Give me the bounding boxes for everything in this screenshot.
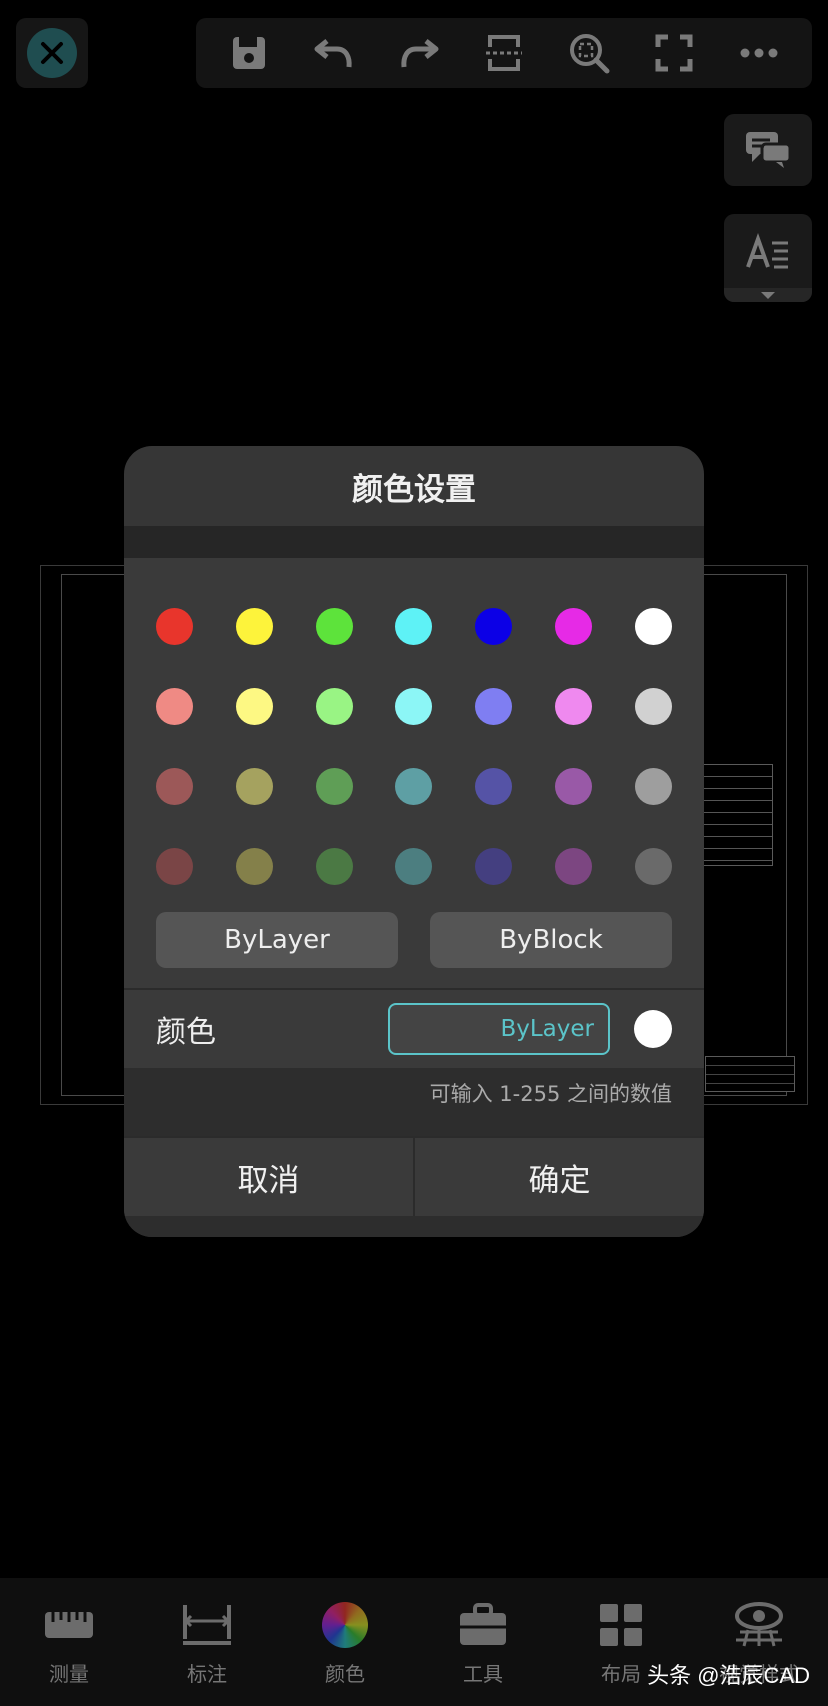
color-label: 颜色 xyxy=(156,1015,216,1050)
color-swatch[interactable] xyxy=(475,687,513,725)
ruler-icon xyxy=(41,1600,97,1650)
nav-item-measure[interactable]: 测量 xyxy=(14,1600,124,1706)
nav-label: 布局 xyxy=(601,1662,641,1686)
color-swatch[interactable] xyxy=(395,607,433,645)
bylayer-button[interactable]: ByLayer xyxy=(156,912,398,968)
color-field-row: 颜色 ByLayer xyxy=(124,988,704,1068)
color-swatch[interactable] xyxy=(235,847,273,885)
color-index-input[interactable]: ByLayer xyxy=(388,1003,610,1055)
current-color-preview xyxy=(634,1010,672,1048)
nav-label: 颜色 xyxy=(325,1662,365,1686)
nav-item-layout[interactable]: 布局 xyxy=(566,1600,676,1706)
split-button[interactable] xyxy=(474,23,534,83)
color-hint: 可输入 1-255 之间的数值 xyxy=(124,1068,704,1136)
color-swatch[interactable] xyxy=(475,607,513,645)
color-swatch[interactable] xyxy=(156,767,193,805)
drawing-table xyxy=(703,764,773,866)
more-icon xyxy=(740,48,778,58)
zoom-fit-icon xyxy=(570,34,610,74)
redo-icon xyxy=(401,39,439,68)
byblock-button[interactable]: ByBlock xyxy=(430,912,672,968)
undo-icon xyxy=(314,39,352,68)
confirm-button[interactable]: 确定 xyxy=(413,1138,704,1216)
dialog-title: 颜色设置 xyxy=(352,471,476,508)
close-icon xyxy=(27,28,77,78)
color-swatch[interactable] xyxy=(235,687,273,725)
nav-label: 测量 xyxy=(49,1662,89,1686)
color-swatch[interactable] xyxy=(395,767,433,805)
eye-icon xyxy=(731,1600,787,1650)
color-swatch[interactable] xyxy=(555,767,593,805)
by-buttons-row: ByLayer ByBlock xyxy=(156,912,672,968)
nav-label: 工具 xyxy=(463,1662,503,1686)
color-swatch[interactable] xyxy=(315,767,353,805)
color-swatch[interactable] xyxy=(395,687,433,725)
color-swatch[interactable] xyxy=(156,847,193,885)
redo-button[interactable] xyxy=(389,23,449,83)
color-swatch[interactable] xyxy=(315,687,353,725)
nav-item-dimension[interactable]: 标注 xyxy=(152,1600,262,1706)
swatch-row xyxy=(156,826,672,906)
color-swatch[interactable] xyxy=(156,607,193,645)
fullscreen-button[interactable] xyxy=(644,23,704,83)
color-swatch[interactable] xyxy=(555,847,593,885)
top-toolbar xyxy=(196,18,812,88)
undo-button[interactable] xyxy=(304,23,364,83)
comment-icon xyxy=(746,132,792,168)
color-swatch[interactable] xyxy=(475,847,513,885)
toolbox-icon xyxy=(455,1600,511,1650)
color-swatch[interactable] xyxy=(395,847,433,885)
nav-item-color[interactable]: 颜色 xyxy=(290,1600,400,1706)
color-wheel-icon xyxy=(317,1600,373,1650)
color-palette: ByLayer ByBlock xyxy=(124,558,704,988)
color-swatch[interactable] xyxy=(634,687,672,725)
text-style-icon xyxy=(746,233,788,269)
comment-button[interactable] xyxy=(724,114,812,186)
color-swatch[interactable] xyxy=(555,687,593,725)
color-swatch[interactable] xyxy=(634,847,672,885)
dimension-icon xyxy=(179,1600,235,1650)
color-swatch[interactable] xyxy=(634,607,672,645)
text-style-button[interactable] xyxy=(724,214,812,302)
dialog-actions: 取消 确定 xyxy=(124,1136,704,1216)
swatch-row xyxy=(156,746,672,826)
swatch-row xyxy=(156,586,672,666)
zoom-fit-button[interactable] xyxy=(559,23,619,83)
color-settings-dialog: 颜色设置 ByLayer ByBlock 颜色 ByLayer 可输入 1-25… xyxy=(124,446,704,1237)
color-swatch[interactable] xyxy=(235,767,273,805)
fullscreen-icon xyxy=(655,34,693,72)
nav-item-tools[interactable]: 工具 xyxy=(428,1600,538,1706)
color-swatch[interactable] xyxy=(315,607,353,645)
cancel-button[interactable]: 取消 xyxy=(124,1138,413,1216)
save-icon xyxy=(232,37,265,69)
drawing-title-block xyxy=(705,1056,795,1092)
nav-item-visual-style[interactable]: 视觉样式 xyxy=(704,1600,814,1706)
layout-icon xyxy=(593,1600,649,1650)
color-swatch[interactable] xyxy=(235,607,273,645)
save-button[interactable] xyxy=(219,23,279,83)
close-button[interactable] xyxy=(16,18,88,88)
color-swatch[interactable] xyxy=(475,767,513,805)
divider xyxy=(124,526,704,558)
color-swatch[interactable] xyxy=(634,767,672,805)
color-swatch[interactable] xyxy=(555,607,593,645)
color-swatch[interactable] xyxy=(315,847,353,885)
color-swatch[interactable] xyxy=(156,687,193,725)
split-icon xyxy=(485,35,522,71)
more-button[interactable] xyxy=(729,23,789,83)
dialog-footer xyxy=(124,1216,704,1237)
chevron-down-icon[interactable] xyxy=(724,288,812,302)
swatch-row xyxy=(156,666,672,746)
watermark: 头条 @浩辰CAD xyxy=(647,1663,810,1688)
nav-label: 标注 xyxy=(187,1662,227,1686)
